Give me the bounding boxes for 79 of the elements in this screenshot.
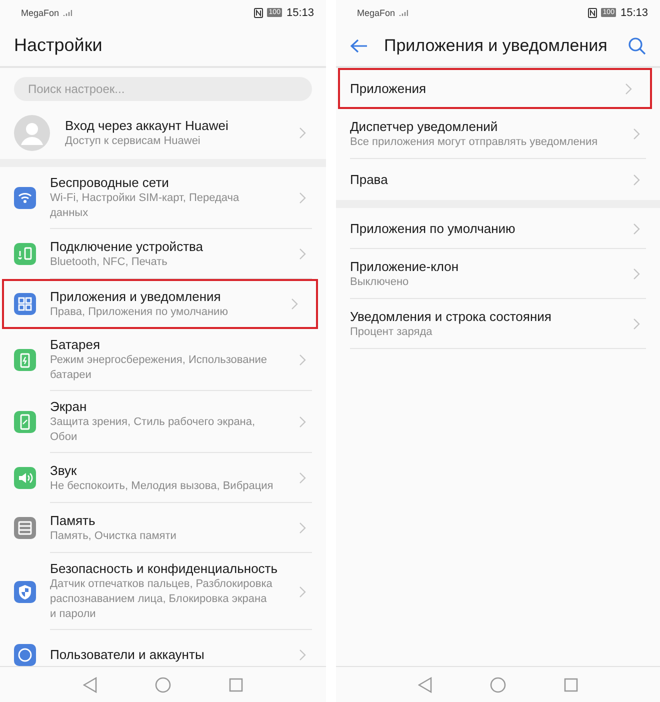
item-subtitle: Память, Очистка памяти [50, 528, 176, 544]
screen-title: Приложения и уведомления [384, 36, 608, 56]
settings-item[interactable]: Приложения [338, 68, 652, 109]
item-title: Приложения и уведомления [50, 288, 221, 304]
screen-title: Настройки [14, 35, 102, 56]
chevron-icon [633, 128, 640, 140]
home-icon[interactable] [490, 676, 506, 692]
chevron-icon [299, 649, 306, 661]
chevron-icon [299, 472, 306, 484]
settings-item[interactable]: Права [336, 159, 660, 200]
back-icon[interactable] [418, 676, 432, 692]
chevron-icon [299, 192, 306, 204]
item-title: Приложения [350, 80, 426, 96]
item-title: Приложение-клон [350, 258, 459, 274]
back-icon[interactable] [83, 676, 97, 692]
settings-item[interactable]: Беспроводные сети Wi-Fi, Настройки SIM-карт, Передача данных [0, 167, 326, 229]
item-subtitle: Права, Приложения по умолчанию [50, 304, 228, 320]
nfc-icon [254, 8, 263, 18]
search-field[interactable]: Поиск настроек... [14, 77, 312, 101]
clock-time: 15:13 [620, 6, 648, 18]
home-icon[interactable] [155, 676, 171, 692]
back-arrow-icon[interactable] [350, 38, 368, 52]
item-subtitle: Датчик отпечатков пальцев, Разблокировка распознаванием лица, Блокировка экрана и пароли [50, 577, 274, 622]
item-subtitle: Выключено [350, 274, 409, 290]
item-title: Батарея [50, 336, 100, 353]
chevron-icon [299, 416, 306, 428]
account-subtitle: Доступ к сервисам Huawei [65, 134, 200, 149]
carrier-name: MegaFon [21, 8, 60, 18]
settings-item[interactable]: Экран Защита зрения, Стиль рабочего экрана, Обои [0, 391, 326, 453]
chevron-icon [625, 82, 632, 94]
settings-item[interactable]: Диспетчер уведомлений Все приложения могут отправлять уведомления [336, 109, 660, 159]
chevron-icon [633, 318, 640, 330]
item-title: Беспроводные сети [50, 174, 169, 191]
settings-item[interactable]: Приложения и уведомления Права, Приложения по умолчанию [2, 279, 318, 329]
item-subtitle: Режим энергосбережения, Использование батареи [50, 353, 268, 383]
signal-icon [399, 8, 408, 16]
chevron-icon [299, 248, 306, 260]
item-subtitle: Bluetooth, NFC, Печать [50, 254, 168, 270]
settings-item[interactable]: Уведомления и строка состояния Процент заряда [336, 299, 660, 349]
recent-apps-icon[interactable] [229, 678, 243, 692]
item-subtitle: Все приложения могут отправлять уведомления [350, 134, 598, 150]
item-title: Память [50, 512, 96, 528]
item-title: Диспетчер уведомлений [350, 118, 498, 134]
item-title: Права [350, 171, 388, 188]
settings-item[interactable]: Приложения по умолчанию [336, 208, 660, 249]
settings-item[interactable]: Безопасность и конфиденциальность Датчик отпечатков пальцев, Разблокировка распознаванием лица, Блокировка экрана и пароли [0, 553, 326, 630]
settings-item[interactable]: Память Память, Очистка памяти [0, 503, 326, 553]
item-title: Пользователи и аккаунты [50, 646, 204, 663]
signal-icon [63, 8, 72, 16]
item-subtitle: Не беспокоить, Мелодия вызова, Вибрация [50, 478, 274, 494]
account-title: Вход через аккаунт Huawei [65, 117, 228, 134]
settings-item[interactable]: Батарея Режим энергосбережения, Использование батареи [0, 329, 326, 391]
chevron-icon [633, 222, 640, 234]
settings-item[interactable]: Приложение-клон Выключено [336, 249, 660, 299]
settings-item[interactable]: Подключение устройства Bluetooth, NFC, Печать [0, 229, 326, 279]
item-subtitle: Процент заряда [350, 324, 432, 340]
chevron-icon [633, 268, 640, 280]
item-title: Звук [50, 462, 77, 478]
chevron-icon [633, 174, 640, 186]
item-subtitle: Защита зрения, Стиль рабочего экрана, Обои [50, 415, 256, 445]
chevron-icon [299, 586, 306, 598]
item-title: Подключение устройства [50, 238, 204, 254]
item-title: Экран [50, 398, 87, 415]
chevron-icon [299, 127, 306, 139]
nfc-icon [588, 8, 597, 18]
chevron-icon [291, 298, 298, 310]
chevron-icon [299, 522, 306, 534]
item-title: Безопасность и конфиденциальность [50, 560, 278, 577]
account-row[interactable]: Вход через аккаунт Huawei Доступ к сервисам Huawei [0, 107, 326, 159]
item-subtitle: Wi-Fi, Настройки SIM-карт, Передача данных [50, 191, 240, 221]
avatar-icon [14, 115, 50, 151]
settings-item[interactable]: Звук Не беспокоить, Мелодия вызова, Вибрация [0, 453, 326, 503]
clock-time: 15:13 [286, 6, 314, 18]
search-icon[interactable] [628, 36, 646, 54]
item-title: Уведомления и строка состояния [350, 308, 552, 324]
recent-apps-icon[interactable] [564, 678, 578, 692]
carrier-name: MegaFon [357, 8, 396, 18]
item-title: Приложения по умолчанию [350, 220, 516, 236]
chevron-icon [299, 354, 306, 366]
